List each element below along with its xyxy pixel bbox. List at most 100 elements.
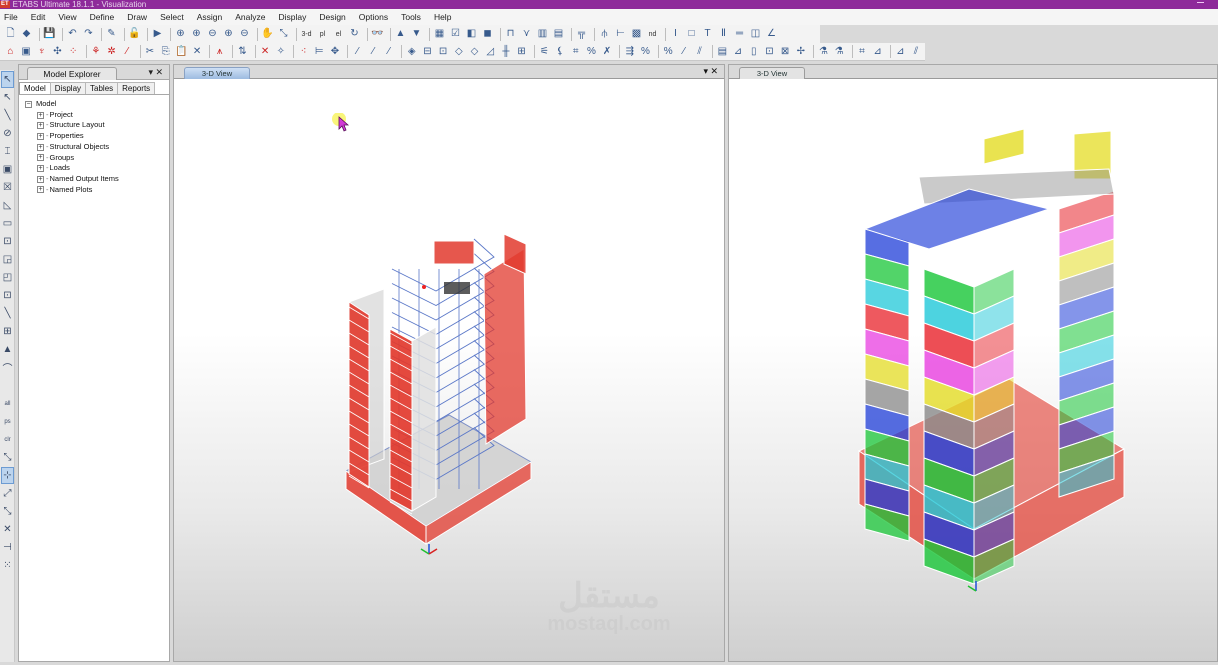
- tendon-icon[interactable]: ⫽: [693, 45, 706, 58]
- open-icon[interactable]: ◆: [20, 28, 33, 41]
- assign-deck-icon[interactable]: ◇: [468, 45, 481, 58]
- select-section-icon[interactable]: I: [669, 28, 682, 41]
- link-local-axes-icon[interactable]: ⁄: [678, 45, 691, 58]
- draw-grid-icon[interactable]: ⊞: [1, 323, 14, 340]
- show-story-response-icon[interactable]: ⊡: [763, 45, 776, 58]
- object-shrink-icon[interactable]: ▦: [433, 28, 446, 41]
- assign-opening-icon[interactable]: ⊟: [421, 45, 434, 58]
- expand-icon[interactable]: +: [37, 111, 44, 119]
- draw-wall-stack-icon[interactable]: ▤: [552, 28, 565, 41]
- explorer-tab-reports[interactable]: Reports: [117, 82, 156, 94]
- area-modifier-icon[interactable]: ⇶: [623, 45, 636, 58]
- menu-edit[interactable]: Edit: [31, 12, 46, 22]
- rubber-band-icon[interactable]: ⤡: [277, 28, 290, 41]
- explorer-tab-display[interactable]: Display: [49, 82, 87, 94]
- snap-perpendicular-icon[interactable]: ⁄: [367, 45, 380, 58]
- snap-grid-icon[interactable]: ⁙: [1, 557, 14, 574]
- new-model-icon[interactable]: 🗋: [4, 28, 17, 41]
- assign-frame-load-icon[interactable]: ⚘: [90, 45, 103, 58]
- snap-middle-icon[interactable]: ✥: [329, 45, 342, 58]
- expand-icon[interactable]: +: [37, 165, 44, 173]
- cut-icon[interactable]: ✂: [144, 45, 157, 58]
- expand-icon[interactable]: +: [37, 132, 44, 140]
- design-composite-icon[interactable]: ⌗: [856, 45, 869, 58]
- frame-offset-icon[interactable]: ⚸: [554, 45, 567, 58]
- draw-brace-icon[interactable]: ⋎: [520, 28, 533, 41]
- snap-joint-icon[interactable]: ⊹: [1, 467, 14, 484]
- frame-hinge-icon[interactable]: ⌗: [569, 45, 582, 58]
- draw-wall-opening-icon[interactable]: ◲: [1, 251, 14, 268]
- expand-icon[interactable]: +: [37, 122, 44, 130]
- draw-window-icon[interactable]: ⊡: [1, 287, 14, 304]
- draw-wall-region-icon[interactable]: ◰: [1, 269, 14, 286]
- frame-release-icon[interactable]: ⚟: [538, 45, 551, 58]
- column-section-icon[interactable]: Ⅱ: [717, 28, 730, 41]
- design-wall-icon[interactable]: ⊿: [871, 45, 884, 58]
- assign-joint-load-icon[interactable]: ⁘: [67, 45, 80, 58]
- menu-options[interactable]: Options: [359, 12, 388, 22]
- rotate-view-icon[interactable]: ↻: [348, 28, 361, 41]
- show-mode-shape-icon[interactable]: ⊠: [779, 45, 792, 58]
- design-check-icon[interactable]: ⫽: [910, 45, 923, 58]
- draw-wall-icon[interactable]: ▥: [536, 28, 549, 41]
- perspective-icon[interactable]: 👓: [371, 28, 384, 41]
- merge-icon[interactable]: ✧: [274, 45, 287, 58]
- draw-x-brace-icon[interactable]: ☒: [1, 179, 14, 196]
- menu-define[interactable]: Define: [90, 12, 115, 22]
- menu-view[interactable]: View: [58, 12, 76, 22]
- snap-ends-icon[interactable]: ⊨: [313, 45, 326, 58]
- draw-click-area-icon[interactable]: ⊡: [1, 233, 14, 250]
- set-display-options-icon[interactable]: ☑: [449, 28, 462, 41]
- snap-intersect-icon[interactable]: ✕: [1, 521, 14, 538]
- collapse-icon[interactable]: −: [25, 100, 32, 108]
- snap-perpendicular-icon[interactable]: ⊣: [1, 539, 14, 556]
- draw-panel-icon[interactable]: ▩: [630, 28, 643, 41]
- draw-column-icon[interactable]: ╦: [575, 28, 588, 41]
- snap-middle-icon[interactable]: ⤡: [1, 503, 14, 520]
- menu-assign[interactable]: Assign: [197, 12, 223, 22]
- assign-point-load-icon[interactable]: ✲: [105, 45, 118, 58]
- draw-brace-region-icon[interactable]: ▣: [1, 161, 14, 178]
- area-section-icon[interactable]: □: [685, 28, 698, 41]
- assign-spring-icon[interactable]: ♆: [35, 45, 48, 58]
- assign-panel-zone-icon[interactable]: ✣: [51, 45, 64, 58]
- align-icon[interactable]: ⇅: [236, 45, 249, 58]
- clear-selection-icon[interactable]: clr: [1, 431, 14, 448]
- assign-spandrel-icon[interactable]: ⊞: [515, 45, 528, 58]
- menu-select[interactable]: Select: [160, 12, 184, 22]
- snap-points-icon[interactable]: ⁖: [297, 45, 310, 58]
- explorer-tab-model[interactable]: Model: [19, 82, 51, 94]
- area-local-axes-icon[interactable]: %: [639, 45, 652, 58]
- delete-icon[interactable]: ✕: [191, 45, 204, 58]
- snap-intersection-icon[interactable]: ⁄: [351, 45, 364, 58]
- show-forces-icon[interactable]: ⊿: [732, 45, 745, 58]
- lock-icon[interactable]: 🔓: [128, 28, 141, 41]
- extrude-icon[interactable]: ◼: [481, 28, 494, 41]
- zoom-out-icon[interactable]: ⊖: [206, 28, 219, 41]
- zoom-in-icon[interactable]: ⊕: [190, 28, 203, 41]
- link-property-icon[interactable]: %: [662, 45, 675, 58]
- assign-wall-icon[interactable]: ⊡: [437, 45, 450, 58]
- frame-local-axes-icon[interactable]: ✗: [601, 45, 614, 58]
- draw-link-icon[interactable]: ╲: [1, 305, 14, 322]
- assign-pier-icon[interactable]: ╫: [500, 45, 513, 58]
- draw-beam-icon[interactable]: ⊢: [614, 28, 627, 41]
- draw-line-icon[interactable]: ╲: [1, 107, 14, 124]
- snap-line-end-icon[interactable]: ⤢: [1, 485, 14, 502]
- pan-icon[interactable]: ✋: [261, 28, 274, 41]
- show-hinge-results-icon[interactable]: ✢: [794, 45, 807, 58]
- draw-rect-area-icon[interactable]: ▭: [1, 215, 14, 232]
- show-tables-icon[interactable]: ▤: [716, 45, 729, 58]
- undo-icon[interactable]: ↶: [66, 28, 79, 41]
- replicate-icon[interactable]: ⩚: [213, 45, 226, 58]
- frame-section-icon[interactable]: T: [701, 28, 714, 41]
- plan-view-icon[interactable]: pl: [316, 28, 329, 41]
- explorer-tab-tables[interactable]: Tables: [85, 82, 119, 94]
- redo-icon[interactable]: ↷: [82, 28, 95, 41]
- frame-modifier-icon[interactable]: %: [585, 45, 598, 58]
- draw-beam-region-icon[interactable]: ⊘: [1, 125, 14, 142]
- expand-icon[interactable]: +: [37, 186, 44, 194]
- save-icon[interactable]: 💾: [43, 28, 56, 41]
- zoom-previous-icon[interactable]: ⊖: [238, 28, 251, 41]
- expand-icon[interactable]: +: [37, 143, 44, 151]
